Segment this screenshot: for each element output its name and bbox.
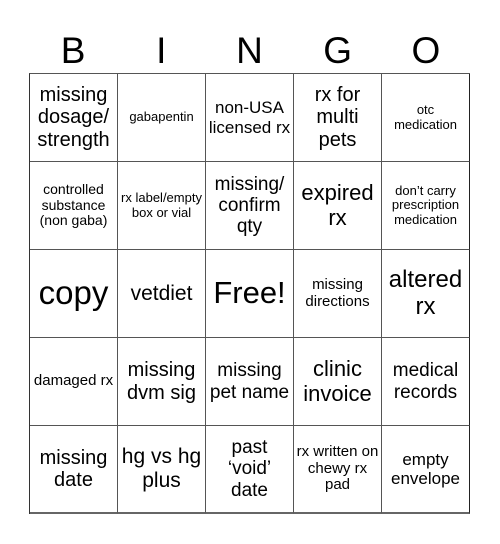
bingo-cell[interactable]: rx label/empty box or vial (118, 162, 206, 250)
bingo-cell[interactable]: otc medication (382, 74, 470, 162)
header-letter-b: B (60, 30, 86, 71)
header-letter-o: O (411, 30, 441, 71)
bingo-header: B I N G O (29, 28, 470, 73)
bingo-cell[interactable]: missing dvm sig (118, 338, 206, 426)
bingo-cell[interactable]: missing date (30, 426, 118, 514)
bingo-cell[interactable]: vetdiet (118, 250, 206, 338)
bingo-cell[interactable]: missing dosage/ strength (30, 74, 118, 162)
bingo-cell[interactable]: past ‘void’ date (206, 426, 294, 514)
bingo-cell[interactable]: don’t carry prescription medication (382, 162, 470, 250)
header-letter-g: G (323, 30, 353, 71)
bingo-cell[interactable]: empty envelope (382, 426, 470, 514)
bingo-cell[interactable]: clinic invoice (294, 338, 382, 426)
bingo-board: missing dosage/ strength gabapentin non-… (29, 73, 470, 514)
header-letter-n: N (236, 30, 263, 71)
bingo-cell[interactable]: missing pet name (206, 338, 294, 426)
bingo-cell[interactable]: damaged rx (30, 338, 118, 426)
bingo-cell[interactable]: rx for multi pets (294, 74, 382, 162)
bingo-cell[interactable]: non-USA licensed rx (206, 74, 294, 162)
bingo-cell[interactable]: missing directions (294, 250, 382, 338)
bingo-cell[interactable]: missing/ confirm qty (206, 162, 294, 250)
bingo-cell[interactable]: copy (30, 250, 118, 338)
bingo-cell[interactable]: expired rx (294, 162, 382, 250)
bingo-cell[interactable]: hg vs hg plus (118, 426, 206, 514)
header-letter-i: I (156, 30, 167, 71)
free-space[interactable]: Free! (206, 250, 294, 338)
bingo-cell[interactable]: medical records (382, 338, 470, 426)
bingo-cell[interactable]: rx written on chewy rx pad (294, 426, 382, 514)
bingo-cell[interactable]: altered rx (382, 250, 470, 338)
bingo-cell[interactable]: gabapentin (118, 74, 206, 162)
bingo-cell[interactable]: controlled substance (non gaba) (30, 162, 118, 250)
